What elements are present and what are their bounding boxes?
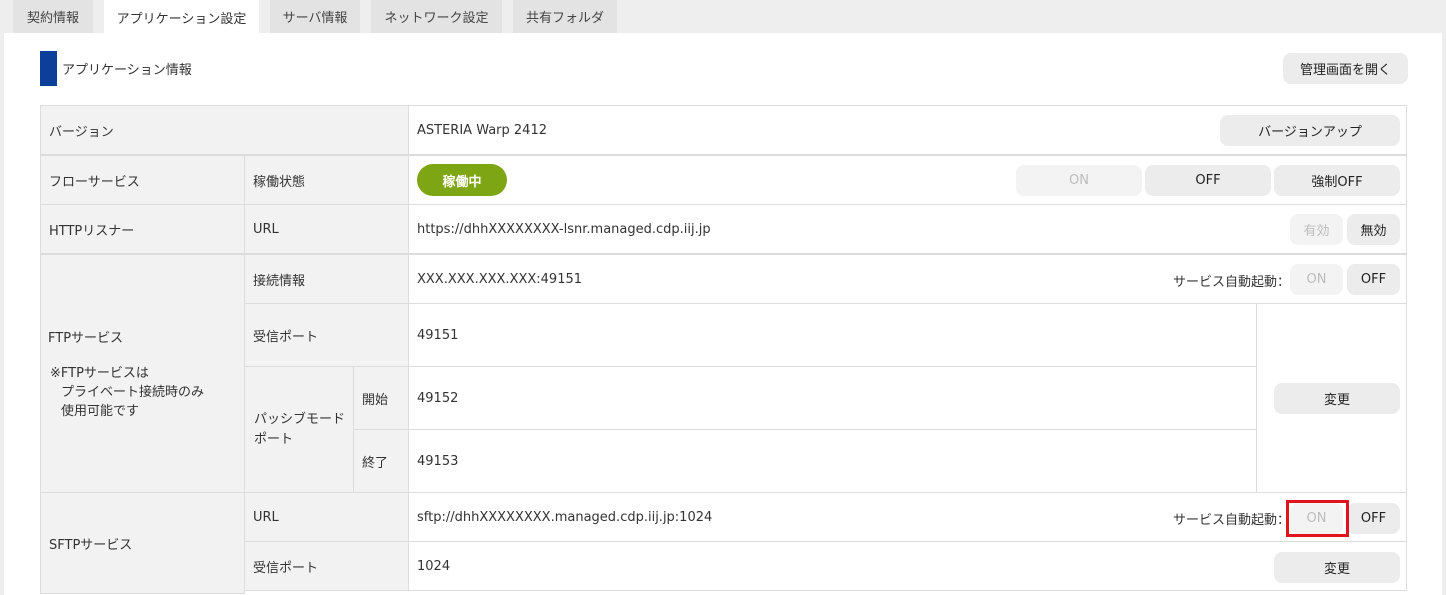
ftp-passive-end-label: 終了 [353, 429, 409, 493]
ftp-passive-label: パッシブモード ポート [254, 410, 345, 450]
http-enable-button[interactable]: 有効 [1290, 214, 1343, 245]
section-accent-bar [40, 51, 57, 86]
sftp-change-button[interactable]: 変更 [1274, 552, 1400, 583]
http-disable-button[interactable]: 無効 [1347, 214, 1400, 245]
highlight-box [1286, 500, 1349, 537]
ftp-passive-start-value: 49152 [417, 390, 459, 406]
http-url-label: URL [244, 204, 409, 254]
ftp-passive-line-1: パッシブモード [254, 412, 346, 427]
flow-on-button[interactable]: ON [1016, 165, 1142, 196]
http-url-value: https://dhhXXXXXXXX-lsnr.managed.cdp.iij… [417, 221, 711, 237]
ftp-passive-line-2: ポート [254, 432, 294, 447]
ftp-service-note: ※FTPサービスは プライベート接続時のみ 使用可能です [50, 364, 204, 421]
sftp-port-value: 1024 [417, 558, 451, 574]
version-up-button[interactable]: バージョンアップ [1220, 115, 1400, 146]
tab-contract-info[interactable]: 契約情報 [13, 0, 93, 33]
ftp-note-line-3: 使用可能です [61, 404, 140, 419]
flow-status-badge: 稼働中 [417, 164, 507, 196]
ftp-autostart-label: サービス自動起動： [1173, 275, 1291, 290]
sftp-autostart-label: サービス自動起動： [1173, 513, 1291, 528]
tab-application-settings[interactable]: アプリケーション設定 [104, 0, 259, 34]
tab-server-info[interactable]: サーバ情報 [270, 0, 360, 33]
sftp-autostart-off-button[interactable]: OFF [1347, 503, 1400, 534]
flow-service-label: フローサービス [40, 155, 245, 205]
ftp-passive-end-value: 49153 [417, 453, 459, 469]
ftp-port-label: 受信ポート [244, 303, 409, 367]
ftp-autostart-on-button[interactable]: ON [1290, 264, 1343, 295]
open-admin-button[interactable]: 管理画面を開く [1283, 53, 1408, 84]
ftp-passive-end-cell: 49153 [408, 429, 1257, 493]
ftp-port-cell: 49151 [408, 303, 1257, 367]
ftp-connection-label: 接続情報 [244, 254, 409, 304]
flow-status-label: 稼働状態 [244, 155, 409, 205]
sftp-url-label: URL [244, 492, 409, 542]
tab-shared-folder[interactable]: 共有フォルダ [513, 0, 617, 33]
ftp-connection-value: XXX.XXX.XXX.XXX:49151 [417, 271, 583, 287]
sftp-port-cell: 1024 [408, 541, 1407, 591]
version-label: バージョン [40, 105, 409, 155]
flow-off-button[interactable]: OFF [1145, 165, 1271, 196]
ftp-port-value: 49151 [417, 327, 459, 343]
sftp-service-label: SFTPサービス [40, 492, 245, 594]
ftp-autostart-off-button[interactable]: OFF [1347, 264, 1400, 295]
ftp-note-line-1: ※FTPサービスは [50, 366, 149, 381]
ftp-service-label: FTPサービス [48, 331, 124, 346]
sftp-port-label: 受信ポート [244, 541, 409, 591]
http-listener-label: HTTPリスナー [40, 204, 245, 254]
tab-network-settings[interactable]: ネットワーク設定 [371, 0, 502, 33]
ftp-passive-start-label: 開始 [353, 366, 409, 430]
ftp-change-button[interactable]: 変更 [1274, 383, 1400, 414]
section-title: アプリケーション情報 [62, 63, 192, 78]
tab-bar: 契約情報 アプリケーション設定 サーバ情報 ネットワーク設定 共有フォルダ [0, 0, 1446, 34]
version-value: ASTERIA Warp 2412 [417, 122, 547, 138]
ftp-passive-start-cell: 49152 [408, 366, 1257, 430]
flow-force-off-button[interactable]: 強制OFF [1274, 165, 1400, 196]
sftp-url-value: sftp://dhhXXXXXXXX.managed.cdp.iij.jp:10… [417, 509, 713, 525]
ftp-note-line-2: プライベート接続時のみ [61, 385, 205, 400]
http-url-cell: https://dhhXXXXXXXX-lsnr.managed.cdp.iij… [408, 204, 1407, 254]
